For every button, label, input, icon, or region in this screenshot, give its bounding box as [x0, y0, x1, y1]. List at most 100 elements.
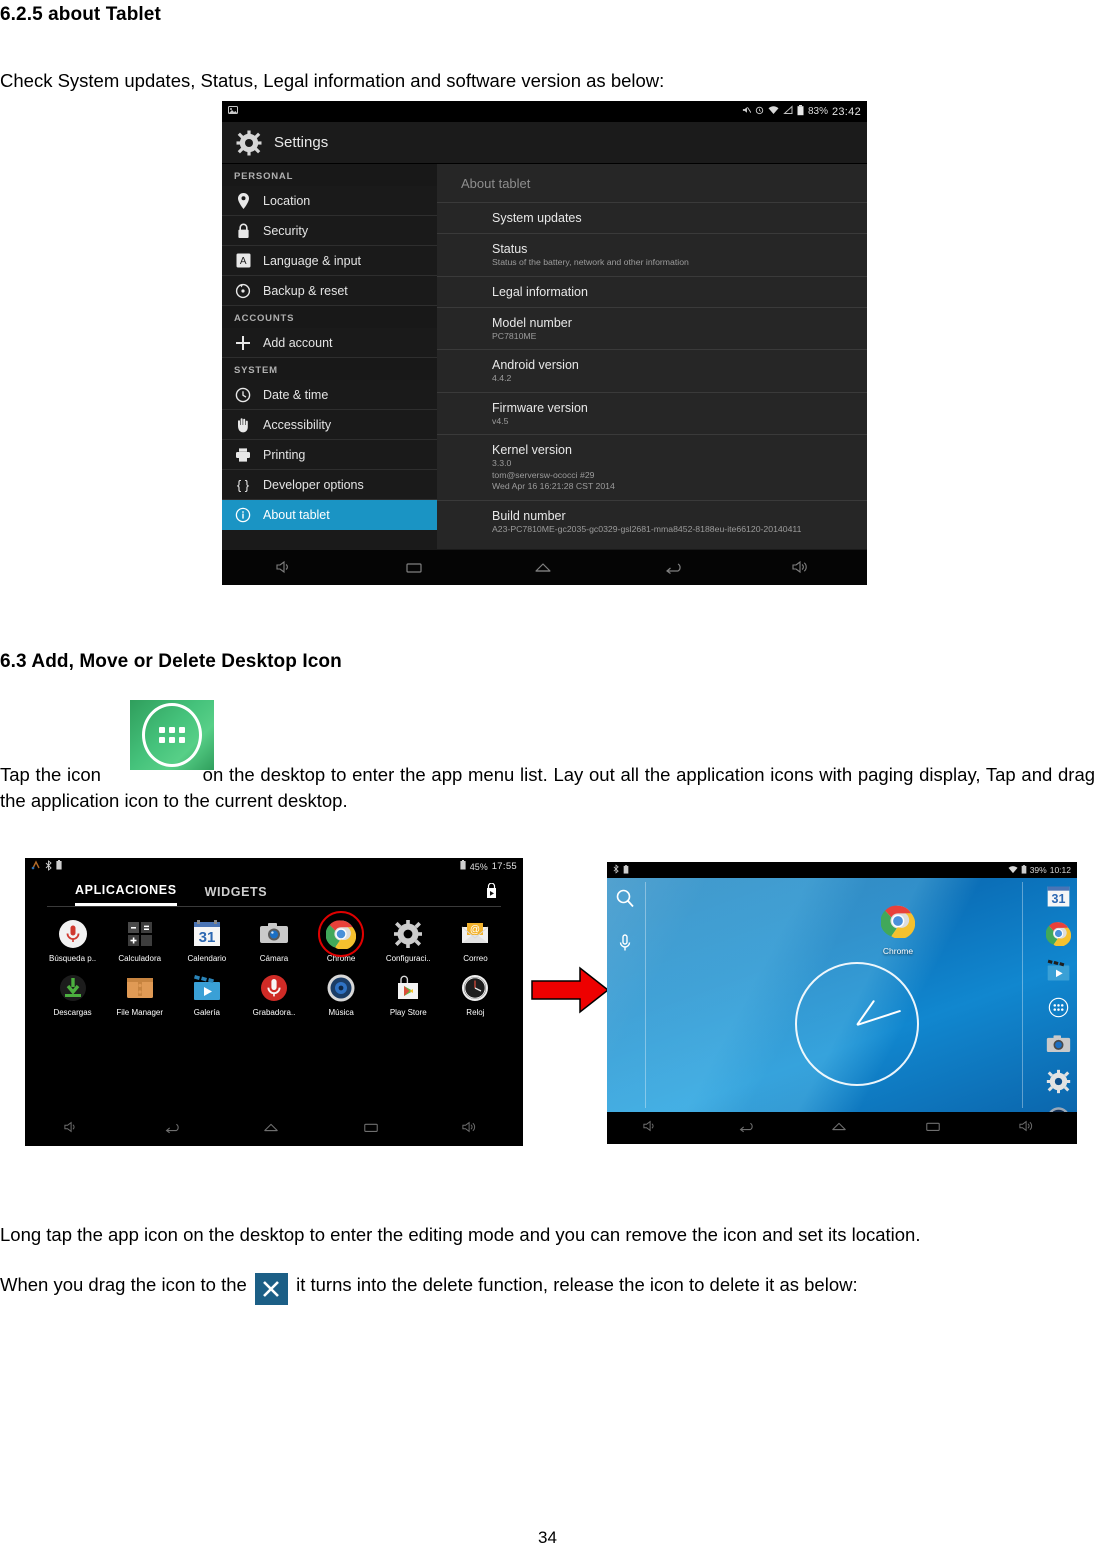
statusbar-clock: 10:12 — [1049, 865, 1071, 875]
right-divider — [1022, 882, 1023, 1108]
app-musica[interactable]: Música — [308, 971, 375, 1017]
sidebar-item-about-tablet[interactable]: About tablet — [222, 500, 437, 530]
volume-up-icon[interactable] — [460, 1119, 486, 1139]
braces-icon: { } — [234, 476, 252, 494]
row-title: Build number — [492, 508, 566, 523]
app-chrome[interactable]: Chrome — [308, 911, 375, 963]
homescreen-chrome-shortcut[interactable]: Chrome — [880, 904, 916, 956]
detail-row-legal-information[interactable]: Legal information — [437, 275, 867, 307]
dock-calendar-icon[interactable]: 31 — [1046, 884, 1071, 914]
sidebar-item-add-account[interactable]: Add account — [222, 328, 437, 358]
dock-camera-icon[interactable] — [1046, 1032, 1071, 1062]
sidebar-item-date-time[interactable]: Date & time — [222, 380, 437, 410]
settings-navbar — [222, 549, 867, 585]
detail-row-android-version: Android version 4.4.2 — [437, 349, 867, 392]
screenshot-icon — [228, 105, 238, 118]
sidebar-item-language-input[interactable]: A Language & input — [222, 246, 437, 276]
app-drawer-screenshot: 45% 17:55 APLICACIONES WIDGETS Búsqueda … — [25, 858, 523, 1146]
clock-face-icon — [458, 971, 492, 1005]
homescreen-statusbar: 39% 10:12 — [607, 862, 1077, 878]
app-calendario[interactable]: 31 Calendario — [173, 917, 240, 963]
recents-icon[interactable] — [403, 558, 429, 578]
sidebar-item-accessibility[interactable]: Accessibility — [222, 410, 437, 440]
app-busqueda[interactable]: Búsqueda p.. — [39, 917, 106, 963]
svg-text:{ }: { } — [237, 477, 250, 492]
app-label: Grabadora.. — [252, 1008, 296, 1017]
sidebar-item-developer-options[interactable]: { } Developer options — [222, 470, 437, 500]
printer-icon — [234, 446, 252, 464]
dock-video-player-icon[interactable] — [1046, 958, 1071, 988]
back-icon[interactable] — [661, 558, 687, 578]
volume-up-icon[interactable] — [1017, 1118, 1043, 1138]
app-descargas[interactable]: Descargas — [39, 971, 106, 1017]
app-reloj[interactable]: Reloj — [442, 971, 509, 1017]
statusbar-right-icons: 39% 10:12 — [1008, 864, 1071, 876]
dock-app-drawer-icon[interactable] — [1046, 995, 1071, 1025]
settings-statusbar: 83% 23:42 — [222, 101, 867, 122]
app-grabadora[interactable]: Grabadora.. — [240, 971, 307, 1017]
dock-chrome-icon[interactable] — [1045, 921, 1072, 951]
sidebar-item-location[interactable]: Location — [222, 186, 437, 216]
homescreen-screenshot: 39% 10:12 Chrome 31 — [607, 862, 1077, 1144]
home-icon[interactable] — [261, 1119, 287, 1139]
app-label: Calendario — [187, 954, 227, 963]
dock-settings-gear-icon[interactable] — [1046, 1069, 1071, 1099]
app-play-store[interactable]: Play Store — [375, 971, 442, 1017]
detail-row-system-updates[interactable]: System updates — [437, 202, 867, 233]
recents-icon[interactable] — [361, 1119, 387, 1139]
row-value: Status of the battery, network and other… — [492, 257, 689, 267]
location-pin-icon — [234, 192, 252, 210]
row-title: Legal information — [492, 284, 588, 299]
app-galeria[interactable]: Galería — [173, 971, 240, 1017]
recents-icon[interactable] — [923, 1118, 949, 1138]
detail-row-kernel-version: Kernel version 3.3.0 tom@serversw-ococci… — [437, 434, 867, 500]
sidebar-item-security[interactable]: Security — [222, 216, 437, 246]
app-label: Descargas — [53, 1008, 92, 1017]
left-divider — [645, 882, 646, 1108]
drag-delete-paragraph: When you drag the icon to the it turns i… — [0, 1272, 1095, 1305]
app-label: File Manager — [116, 1008, 164, 1017]
volume-up-icon[interactable] — [790, 558, 816, 578]
row-title: Firmware version — [492, 400, 588, 415]
app-configuracion[interactable]: Configuraci.. — [375, 917, 442, 963]
volume-down-icon[interactable] — [274, 558, 300, 578]
sidebar-item-label: Accessibility — [263, 417, 332, 432]
tab-widgets[interactable]: WIDGETS — [205, 885, 268, 905]
app-camara[interactable]: Cámara — [240, 917, 307, 963]
home-icon[interactable] — [532, 558, 558, 578]
statusbar-clock: 17:55 — [491, 861, 517, 872]
volume-down-icon[interactable] — [62, 1119, 88, 1139]
app-correo[interactable]: @ Correo — [442, 917, 509, 963]
settings-screenshot: 83% 23:42 Settings PERSONAL Location Sec… — [222, 101, 867, 585]
drag-para-part1: When you drag the icon to the — [0, 1274, 247, 1295]
drawer-circle — [142, 703, 202, 767]
row-value: 4.4.2 — [492, 373, 512, 383]
play-store-bag-icon[interactable] — [484, 882, 499, 904]
back-icon[interactable] — [735, 1118, 761, 1138]
sidebar-item-printing[interactable]: Printing — [222, 440, 437, 470]
sidebar-item-label: Developer options — [263, 477, 364, 492]
app-label: Correo — [463, 954, 488, 963]
statusbar-left-icons — [228, 105, 238, 118]
volume-down-icon[interactable] — [641, 1118, 667, 1138]
sidebar-group-personal: PERSONAL — [222, 164, 437, 186]
tab-aplicaciones[interactable]: APLICACIONES — [75, 883, 177, 906]
detail-row-status[interactable]: Status Status of the battery, network an… — [437, 233, 867, 276]
search-icon[interactable] — [615, 888, 635, 913]
app-file-manager[interactable]: File Manager — [106, 971, 173, 1017]
camera-icon — [257, 917, 291, 951]
sidebar-item-label: About tablet — [263, 507, 330, 522]
app-label: Cámara — [259, 954, 289, 963]
back-icon[interactable] — [161, 1119, 187, 1139]
language-icon: A — [234, 252, 252, 270]
voice-mic-icon[interactable] — [615, 933, 635, 958]
home-icon[interactable] — [829, 1118, 855, 1138]
drag-para-part2: it turns into the delete function, relea… — [296, 1274, 858, 1295]
analog-clock-widget[interactable] — [795, 962, 919, 1086]
sidebar-item-backup-reset[interactable]: Backup & reset — [222, 276, 437, 306]
app-label: Reloj — [466, 1008, 485, 1017]
app-label: Calculadora — [118, 954, 162, 963]
apps-grid: Búsqueda p.. Calculadora 31 Calendario C… — [25, 907, 523, 1017]
app-calculadora[interactable]: Calculadora — [106, 917, 173, 963]
lock-icon — [234, 222, 252, 240]
